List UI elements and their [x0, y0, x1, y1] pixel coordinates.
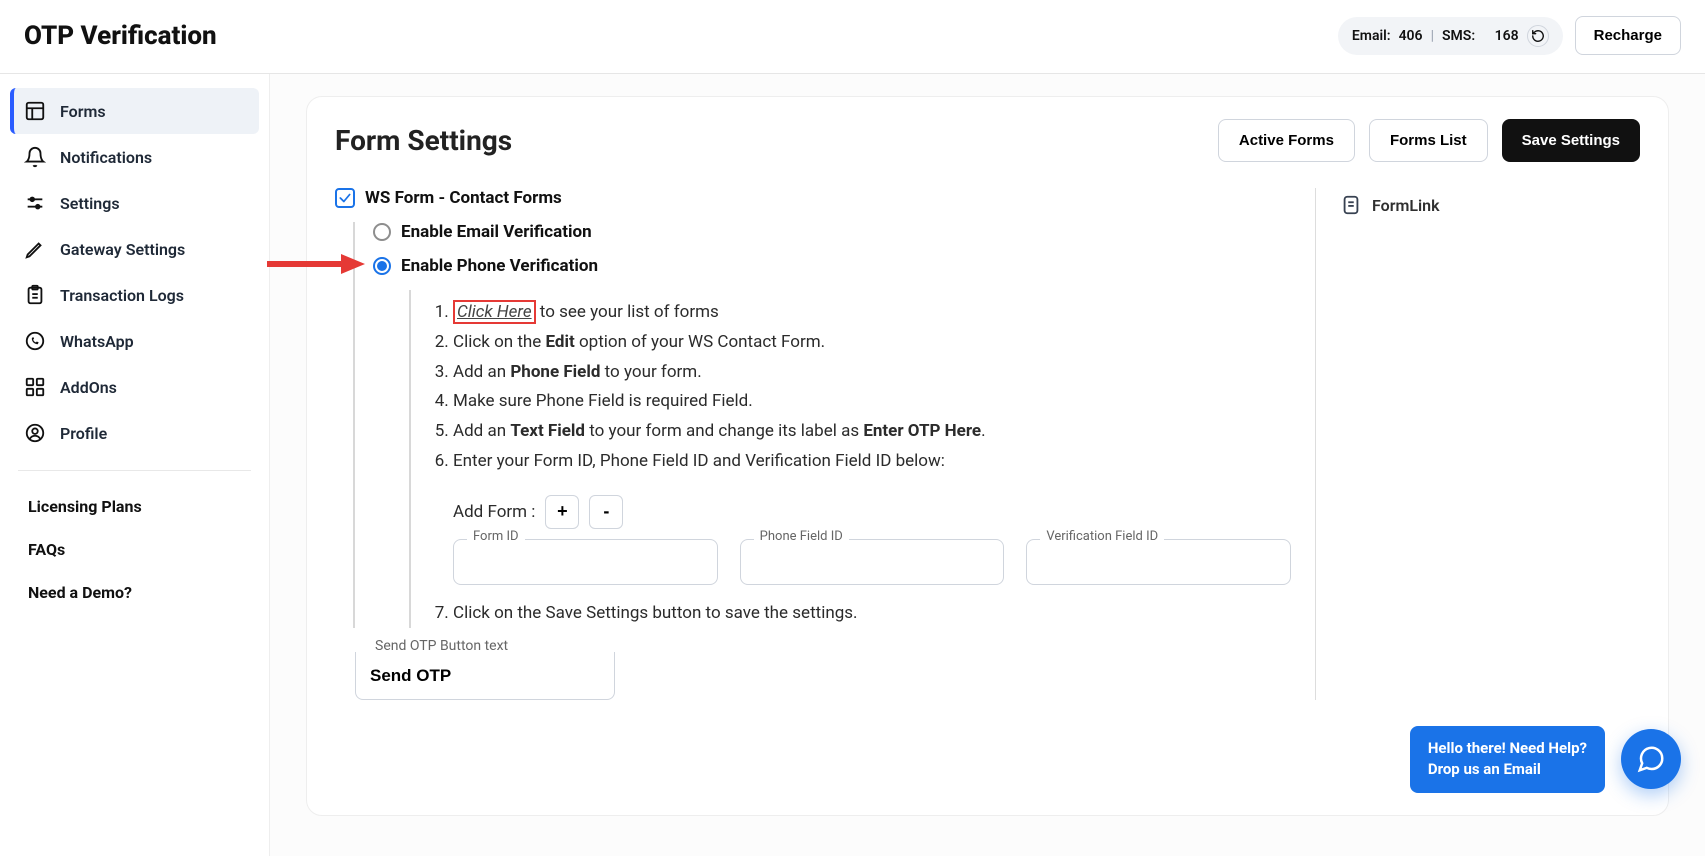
phone-radio-label: Enable Phone Verification: [401, 256, 598, 276]
sidebar-label: Gateway Settings: [60, 240, 185, 259]
click-here-link[interactable]: Click Here: [453, 300, 536, 324]
email-count: 406: [1399, 28, 1423, 44]
step-3: Add an Phone Field to your form.: [453, 358, 1291, 388]
sidebar-label: Notifications: [60, 148, 152, 167]
send-otp-wrap: Send OTP Button text: [355, 652, 615, 700]
user-icon: [24, 422, 46, 444]
fields-row: Form ID Phone Field ID Verification Fiel…: [435, 539, 1291, 585]
forms-icon: [24, 100, 46, 122]
topbar-right: Email: 406 | SMS: 168 Recharge: [1338, 16, 1681, 55]
bell-icon: [24, 146, 46, 168]
sidebar-item-transactions[interactable]: Transaction Logs: [10, 272, 259, 318]
refresh-icon: [1531, 29, 1545, 43]
page-heading: Form Settings: [335, 124, 512, 157]
topbar: OTP Verification Email: 406 | SMS: 168 Re…: [0, 0, 1705, 74]
red-arrow-annotation: [265, 250, 365, 282]
chat-icon: [1636, 744, 1666, 774]
sms-count: 168: [1495, 28, 1519, 44]
phone-radio[interactable]: [373, 257, 391, 275]
sidebar-item-profile[interactable]: Profile: [10, 410, 259, 456]
sidebar-item-notifications[interactable]: Notifications: [10, 134, 259, 180]
page-title: OTP Verification: [24, 21, 217, 51]
page-head: Form Settings Active Forms Forms List Sa…: [335, 119, 1640, 162]
verification-field-id-input[interactable]: [1026, 539, 1291, 585]
sidebar-link-licensing[interactable]: Licensing Plans: [10, 485, 259, 528]
clipboard-icon: [24, 284, 46, 306]
step-6: Enter your Form ID, Phone Field ID and V…: [453, 447, 1291, 477]
email-radio[interactable]: [373, 223, 391, 241]
phone-field-id-wrap: Phone Field ID: [740, 539, 1005, 585]
sidebar-label: Settings: [60, 194, 120, 213]
instructions: Click Here to see your list of forms Cli…: [409, 290, 1291, 628]
sms-label: SMS:: [1442, 28, 1475, 44]
email-label: Email:: [1352, 28, 1391, 44]
step-5: Add an Text Field to your form and chang…: [453, 417, 1291, 447]
refresh-button[interactable]: [1527, 25, 1549, 47]
sidebar-label: Forms: [60, 102, 106, 121]
sidebar-link-demo[interactable]: Need a Demo?: [10, 571, 259, 614]
send-otp-input[interactable]: [355, 652, 615, 700]
sidebar: Forms Notifications Settings Gateway Set…: [0, 74, 270, 856]
plugin-checkbox-row: WS Form - Contact Forms: [335, 188, 1291, 208]
grid-icon: [24, 376, 46, 398]
help-card[interactable]: Hello there! Need Help? Drop us an Email: [1410, 726, 1605, 794]
recharge-button[interactable]: Recharge: [1575, 16, 1681, 55]
enable-phone-row: Enable Phone Verification: [373, 256, 1291, 276]
page-actions: Active Forms Forms List Save Settings: [1218, 119, 1640, 162]
add-form-row: Add Form : + -: [435, 495, 1291, 529]
sidebar-label: AddOns: [60, 378, 117, 397]
phone-field-id-input[interactable]: [740, 539, 1005, 585]
add-form-plus-button[interactable]: +: [545, 495, 579, 529]
check-icon: [338, 191, 352, 205]
help-line1: Hello there! Need Help?: [1428, 738, 1587, 760]
sidebar-item-whatsapp[interactable]: WhatsApp: [10, 318, 259, 364]
sidebar-link-faqs[interactable]: FAQs: [10, 528, 259, 571]
form-id-label: Form ID: [467, 529, 525, 544]
plugin-label: WS Form - Contact Forms: [365, 188, 562, 208]
email-radio-label: Enable Email Verification: [401, 222, 592, 242]
active-forms-button[interactable]: Active Forms: [1218, 119, 1355, 162]
sidebar-label: WhatsApp: [60, 332, 134, 351]
right-column: FormLink: [1340, 188, 1640, 700]
form-id-wrap: Form ID: [453, 539, 718, 585]
form-link-label: FormLink: [1372, 196, 1440, 215]
sidebar-label: Profile: [60, 424, 107, 443]
enable-email-row: Enable Email Verification: [373, 222, 1291, 242]
forms-list-button[interactable]: Forms List: [1369, 119, 1488, 162]
file-icon: [1340, 194, 1362, 216]
step-7: Click on the Save Settings button to sav…: [453, 599, 1291, 629]
pen-icon: [24, 238, 46, 260]
step-4: Make sure Phone Field is required Field.: [453, 387, 1291, 417]
form-id-input[interactable]: [453, 539, 718, 585]
phone-field-id-label: Phone Field ID: [754, 529, 849, 544]
sidebar-item-gateway[interactable]: Gateway Settings: [10, 226, 259, 272]
verification-field-id-wrap: Verification Field ID: [1026, 539, 1291, 585]
step-2: Click on the Edit option of your WS Cont…: [453, 328, 1291, 358]
send-otp-label: Send OTP Button text: [369, 638, 514, 654]
sidebar-item-forms[interactable]: Forms: [10, 88, 259, 134]
sliders-icon: [24, 192, 46, 214]
whatsapp-icon: [24, 330, 46, 352]
sidebar-item-addons[interactable]: AddOns: [10, 364, 259, 410]
left-column: WS Form - Contact Forms Enable Email Ver…: [335, 188, 1316, 700]
add-form-label: Add Form :: [453, 502, 535, 522]
sidebar-item-settings[interactable]: Settings: [10, 180, 259, 226]
verification-field-id-label: Verification Field ID: [1040, 529, 1164, 544]
help-bubble: Hello there! Need Help? Drop us an Email: [1410, 726, 1681, 794]
step-1: Click Here to see your list of forms: [453, 298, 1291, 328]
help-line2: Drop us an Email: [1428, 759, 1587, 781]
sidebar-label: Transaction Logs: [60, 286, 184, 305]
step-1-text: to see your list of forms: [536, 302, 719, 322]
form-link[interactable]: FormLink: [1340, 194, 1640, 216]
add-form-minus-button[interactable]: -: [589, 495, 623, 529]
sidebar-divider: [18, 470, 251, 471]
settings-card: Form Settings Active Forms Forms List Sa…: [306, 96, 1669, 816]
plugin-checkbox[interactable]: [335, 188, 355, 208]
credits-pill: Email: 406 | SMS: 168: [1338, 17, 1563, 55]
save-settings-button[interactable]: Save Settings: [1502, 119, 1640, 162]
help-fab[interactable]: [1621, 729, 1681, 789]
verification-options: Enable Email Verification Enable Phone V…: [353, 222, 1291, 628]
separator: |: [1431, 28, 1434, 44]
